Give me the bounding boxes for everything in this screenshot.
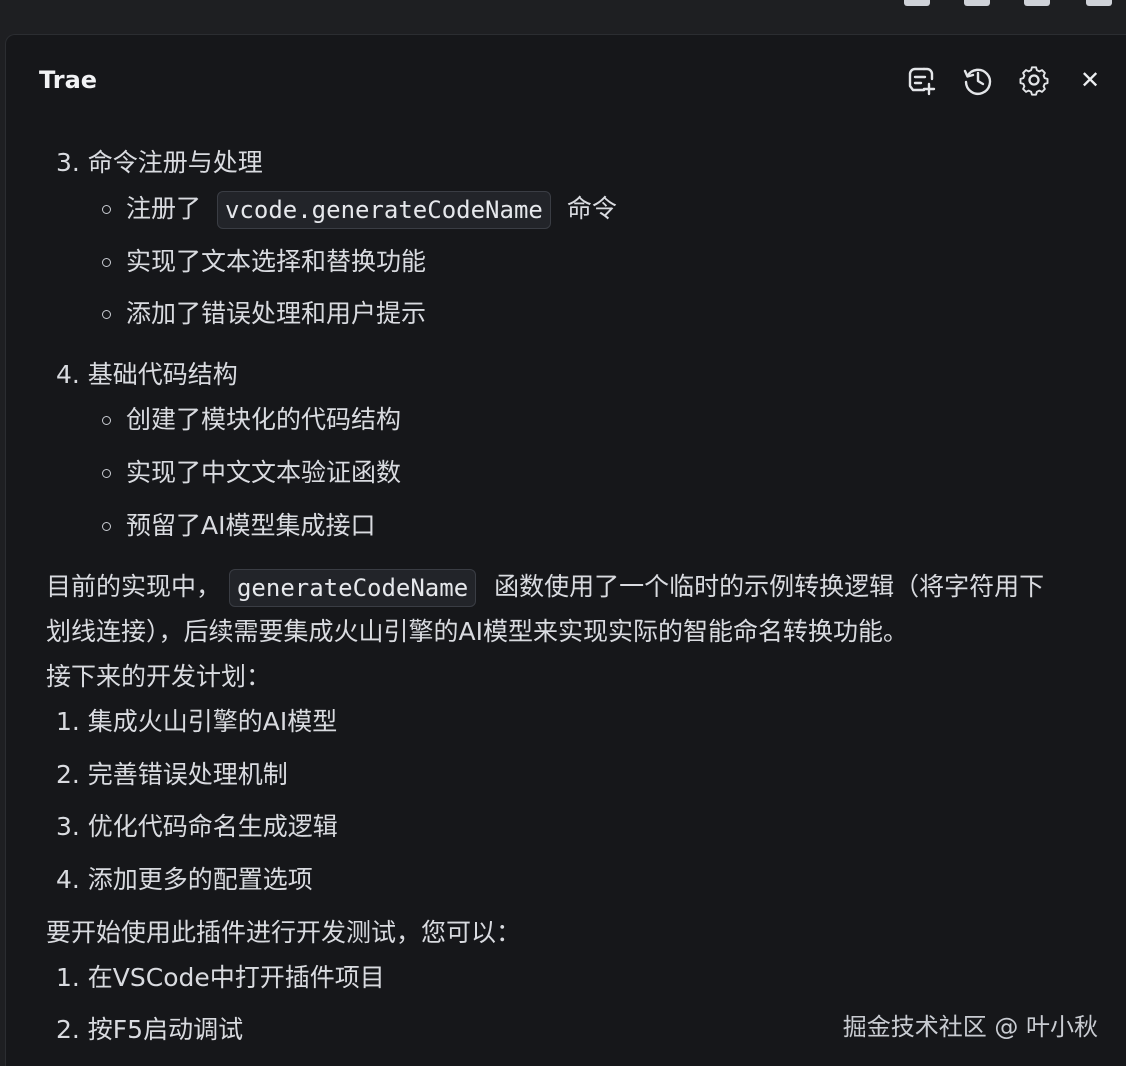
list-item: 1. 在VSCode中打开插件项目 xyxy=(56,963,385,992)
bullet-icon xyxy=(102,258,111,267)
list-item: 预留了AI模型集成接口 xyxy=(126,511,376,540)
history-button[interactable] xyxy=(961,63,995,97)
paragraph: 接下来的开发计划： xyxy=(46,662,272,691)
toolbar-fragment xyxy=(1024,0,1050,6)
panel-title: Trae xyxy=(39,66,98,94)
ai-chat-panel: Trae ✕ xyxy=(5,34,1126,1066)
list-item: 添加了错误处理和用户提示 xyxy=(126,299,427,328)
paragraph-text: 函数使用了一个临时的示例转换逻辑（将字符用下 xyxy=(494,572,1045,601)
close-button[interactable]: ✕ xyxy=(1073,63,1107,97)
gear-icon xyxy=(1017,63,1051,97)
list-item: 实现了文本选择和替换功能 xyxy=(126,247,427,276)
inline-code: generateCodeName xyxy=(228,569,477,607)
close-icon: ✕ xyxy=(1079,66,1101,94)
list-heading: 4. 基础代码结构 xyxy=(56,360,238,389)
toolbar-fragment xyxy=(1086,0,1112,6)
settings-button[interactable] xyxy=(1017,63,1051,97)
paragraph: 目前的实现中， generateCodeName 函数使用了一个临时的示例转换逻… xyxy=(46,569,1044,607)
watermark: 掘金技术社区 @ 叶小秋 xyxy=(842,1013,1098,1041)
new-chat-button[interactable] xyxy=(904,63,938,97)
list-heading: 3. 命令注册与处理 xyxy=(56,148,263,177)
paragraph-text: 目前的实现中， xyxy=(46,572,222,601)
list-item: 2. 完善错误处理机制 xyxy=(56,760,288,789)
list-item: 实现了中文文本验证函数 xyxy=(126,458,402,487)
list-item: 4. 添加更多的配置选项 xyxy=(56,865,313,894)
bullet-icon xyxy=(102,522,111,531)
bullet-icon xyxy=(102,416,111,425)
list-item: 2. 按F5启动调试 xyxy=(56,1015,244,1044)
paragraph: 要开始使用此插件进行开发测试，您可以： xyxy=(46,918,522,947)
list-item: 3. 优化代码命名生成逻辑 xyxy=(56,812,338,841)
panel-header: Trae ✕ xyxy=(6,35,1126,127)
bullet-icon xyxy=(102,310,111,319)
bullet-icon xyxy=(102,469,111,478)
inline-code: vcode.generateCodeName xyxy=(216,191,551,229)
new-chat-icon xyxy=(904,63,938,97)
list-item: 注册了 vcode.generateCodeName 命令 xyxy=(126,191,617,229)
item-text: 命令 xyxy=(566,194,617,223)
toolbar-fragment xyxy=(904,0,930,6)
history-icon xyxy=(961,63,995,97)
item-text: 注册了 xyxy=(126,194,202,223)
window-top-strip xyxy=(0,0,1126,34)
list-item: 创建了模块化的代码结构 xyxy=(126,405,402,434)
bullet-icon xyxy=(102,205,111,214)
paragraph: 划线连接），后续需要集成火山引擎的AI模型来实现实际的智能命名转换功能。 xyxy=(46,617,908,646)
list-item: 1. 集成火山引擎的AI模型 xyxy=(56,707,338,736)
toolbar-fragment xyxy=(964,0,990,6)
